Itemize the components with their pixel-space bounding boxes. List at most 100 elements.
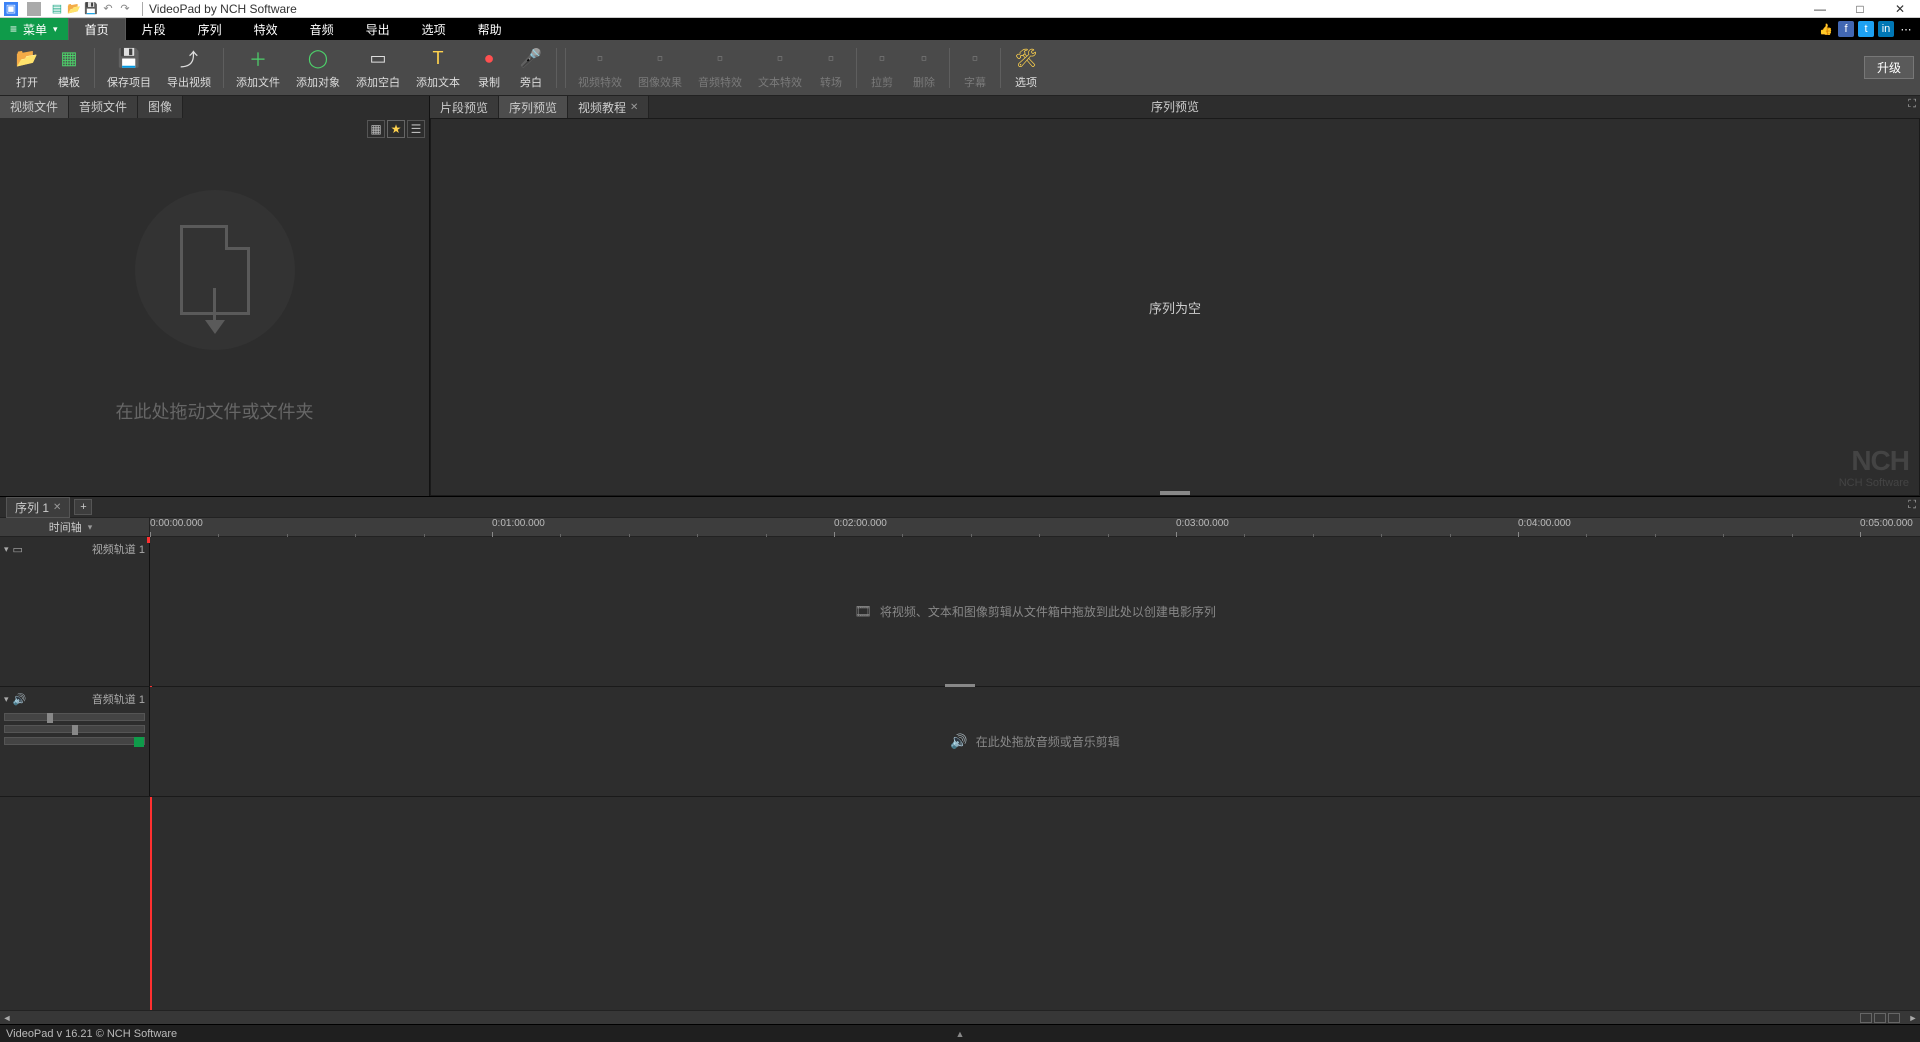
facebook-icon[interactable]: f — [1838, 21, 1854, 37]
ribbon-icon-8: ● — [476, 46, 502, 72]
audio-clip-icon: 🔊 — [950, 733, 967, 750]
ribbon-label-9: 旁白 — [520, 74, 542, 90]
bin-select-icon[interactable]: ▦ — [367, 120, 385, 138]
menu-tab-4[interactable]: 音频 — [294, 18, 350, 40]
audio-track-hint: 在此处拖放音频或音乐剪辑 — [976, 733, 1120, 750]
menu-tab-6[interactable]: 选项 — [406, 18, 462, 40]
ribbon-item-9[interactable]: 🎤旁白 — [510, 44, 552, 92]
ribbon-disabled-icon-0: ▫ — [587, 46, 613, 72]
close-button[interactable]: ✕ — [1880, 0, 1920, 18]
video-track-collapse-icon[interactable]: ▾ — [4, 544, 9, 555]
title-sep — [142, 2, 143, 16]
preview-tab-close-2[interactable]: ✕ — [630, 102, 638, 113]
menu-tab-2[interactable]: 序列 — [182, 18, 238, 40]
ribbon-item-0[interactable]: 📂打开 — [6, 44, 48, 92]
ribbon-disabled-label-3: 文本特效 — [758, 74, 802, 90]
minimize-button[interactable]: — — [1800, 0, 1840, 18]
ribbon-label-1: 模板 — [58, 74, 80, 90]
bin-empty-hint: 在此处拖动文件或文件夹 — [116, 398, 314, 424]
ribbon-disabled-icon-6: ▫ — [911, 46, 937, 72]
ribbon-disabled-0: ▫视频特效 — [570, 44, 630, 92]
menu-tabs: 首页片段序列特效音频导出选项帮助 — [68, 18, 518, 40]
qa-open-icon[interactable]: 📂 — [67, 2, 81, 16]
menu-tab-1[interactable]: 片段 — [126, 18, 182, 40]
ribbon-disabled-label-2: 音频特效 — [698, 74, 742, 90]
sequence-tab[interactable]: 序列 1 ✕ — [6, 497, 70, 518]
ribbon-options[interactable]: 🛠 选项 — [1005, 44, 1047, 92]
video-track-body[interactable]: 🎞 将视频、文本和图像剪辑从文件箱中拖放到此处以创建电影序列 — [150, 537, 1920, 686]
linkedin-icon[interactable]: in — [1878, 21, 1894, 37]
ribbon-icon-2: 💾 — [116, 46, 142, 72]
audio-track-collapse-icon[interactable]: ▾ — [4, 694, 9, 705]
app-title: VideoPad by NCH Software — [149, 2, 297, 16]
audio-track-mute-icon[interactable]: 🔊 — [13, 693, 27, 706]
ribbon-disabled-4: ▫转场 — [810, 44, 852, 92]
qa-redo-icon[interactable]: ↷ — [118, 2, 132, 16]
qa-icon-1[interactable]: ▣ — [4, 2, 18, 16]
audio-pan-slider[interactable] — [4, 725, 145, 733]
ribbon-item-6[interactable]: ▭添加空白 — [348, 44, 408, 92]
zoom-fit-icon[interactable] — [1874, 1013, 1886, 1023]
add-sequence-button[interactable]: + — [74, 499, 92, 515]
ruler-tick-3: 0:03:00.000 — [1176, 518, 1229, 529]
ribbon-sep-2 — [1000, 48, 1001, 88]
scroll-left-icon[interactable]: ◄ — [0, 1011, 14, 1025]
bin-tab-2[interactable]: 图像 — [138, 96, 183, 118]
ribbon-disabled-label-5: 拉剪 — [871, 74, 893, 90]
preview-tab-1[interactable]: 序列预览 — [499, 96, 568, 118]
menu-label: 菜单 — [23, 21, 47, 38]
qa-new-icon[interactable]: ▤ — [50, 2, 64, 16]
time-header[interactable]: 时间轴 ▾ — [0, 518, 150, 536]
audio-volume-slider[interactable] — [4, 713, 145, 721]
ribbon-item-4[interactable]: ＋添加文件 — [228, 44, 288, 92]
audio-track-body[interactable]: 🔊 在此处拖放音频或音乐剪辑 — [150, 687, 1920, 796]
ribbon-item-3[interactable]: ⤴导出视频 — [159, 44, 219, 92]
more-icon[interactable]: ⋯ — [1898, 21, 1914, 37]
preview-panel: 片段预览序列预览视频教程✕ 序列预览 ⛶ 序列为空 NCH NCH Softwa… — [430, 96, 1920, 496]
ribbon-item-8[interactable]: ●录制 — [468, 44, 510, 92]
bin-star-icon[interactable]: ★ — [387, 120, 405, 138]
ruler-tick-2: 0:02:00.000 — [834, 518, 887, 529]
ruler-tick-4: 0:04:00.000 — [1518, 518, 1571, 529]
twitter-icon[interactable]: t — [1858, 21, 1874, 37]
qa-sep — [27, 2, 41, 16]
ribbon-icon-0: 📂 — [14, 46, 40, 72]
preview-tab-0[interactable]: 片段预览 — [430, 96, 499, 118]
ribbon-dsep-6 — [949, 48, 950, 88]
qa-undo-icon[interactable]: ↶ — [101, 2, 115, 16]
upgrade-button[interactable]: 升级 — [1864, 56, 1914, 79]
like-icon[interactable]: 👍 — [1818, 21, 1834, 37]
ribbon-disabled-icon-1: ▫ — [647, 46, 673, 72]
bin-tab-0[interactable]: 视频文件 — [0, 96, 69, 118]
video-track-fx-icon[interactable]: ▭ — [13, 543, 23, 556]
sequence-tab-close-icon[interactable]: ✕ — [53, 502, 61, 513]
main-menu-button[interactable]: ≡ 菜单 ▾ — [0, 18, 68, 40]
menu-tab-0[interactable]: 首页 — [68, 18, 126, 40]
ribbon-item-1[interactable]: ▦模板 — [48, 44, 90, 92]
maximize-button[interactable]: □ — [1840, 0, 1880, 18]
bin-empty[interactable]: 在此处拖动文件或文件夹 — [0, 118, 429, 496]
zoom-out-icon[interactable] — [1860, 1013, 1872, 1023]
scroll-right-icon[interactable]: ► — [1906, 1011, 1920, 1025]
audio-level-slider[interactable] — [4, 737, 145, 745]
menu-tab-5[interactable]: 导出 — [350, 18, 406, 40]
ribbon-item-7[interactable]: T添加文本 — [408, 44, 468, 92]
time-ruler[interactable]: 0:00:00.0000:01:00.0000:02:00.0000:03:00… — [150, 518, 1920, 536]
timeline-scrollbar[interactable]: ◄ ► — [0, 1010, 1920, 1024]
ribbon-label-4: 添加文件 — [236, 74, 280, 90]
zoom-in-icon[interactable] — [1888, 1013, 1900, 1023]
preview-expand-icon[interactable]: ⛶ — [1908, 98, 1916, 111]
menu-tab-7[interactable]: 帮助 — [462, 18, 518, 40]
bin-list-icon[interactable]: ☰ — [407, 120, 425, 138]
timeline-expand-icon[interactable]: ⛶ — [1908, 499, 1916, 512]
bin-tab-1[interactable]: 音频文件 — [69, 96, 138, 118]
qa-save-icon[interactable]: 💾 — [84, 2, 98, 16]
ribbon-sep-auto-3 — [223, 48, 224, 88]
preview-tab-2[interactable]: 视频教程✕ — [568, 96, 649, 118]
menu-tab-3[interactable]: 特效 — [238, 18, 294, 40]
status-resize-handle[interactable]: ▲ — [956, 1029, 965, 1039]
ribbon-item-5[interactable]: ◯添加对象 — [288, 44, 348, 92]
splitter-handle[interactable] — [1160, 491, 1190, 495]
file-drop-icon — [180, 225, 250, 315]
ribbon-item-2[interactable]: 💾保存项目 — [99, 44, 159, 92]
